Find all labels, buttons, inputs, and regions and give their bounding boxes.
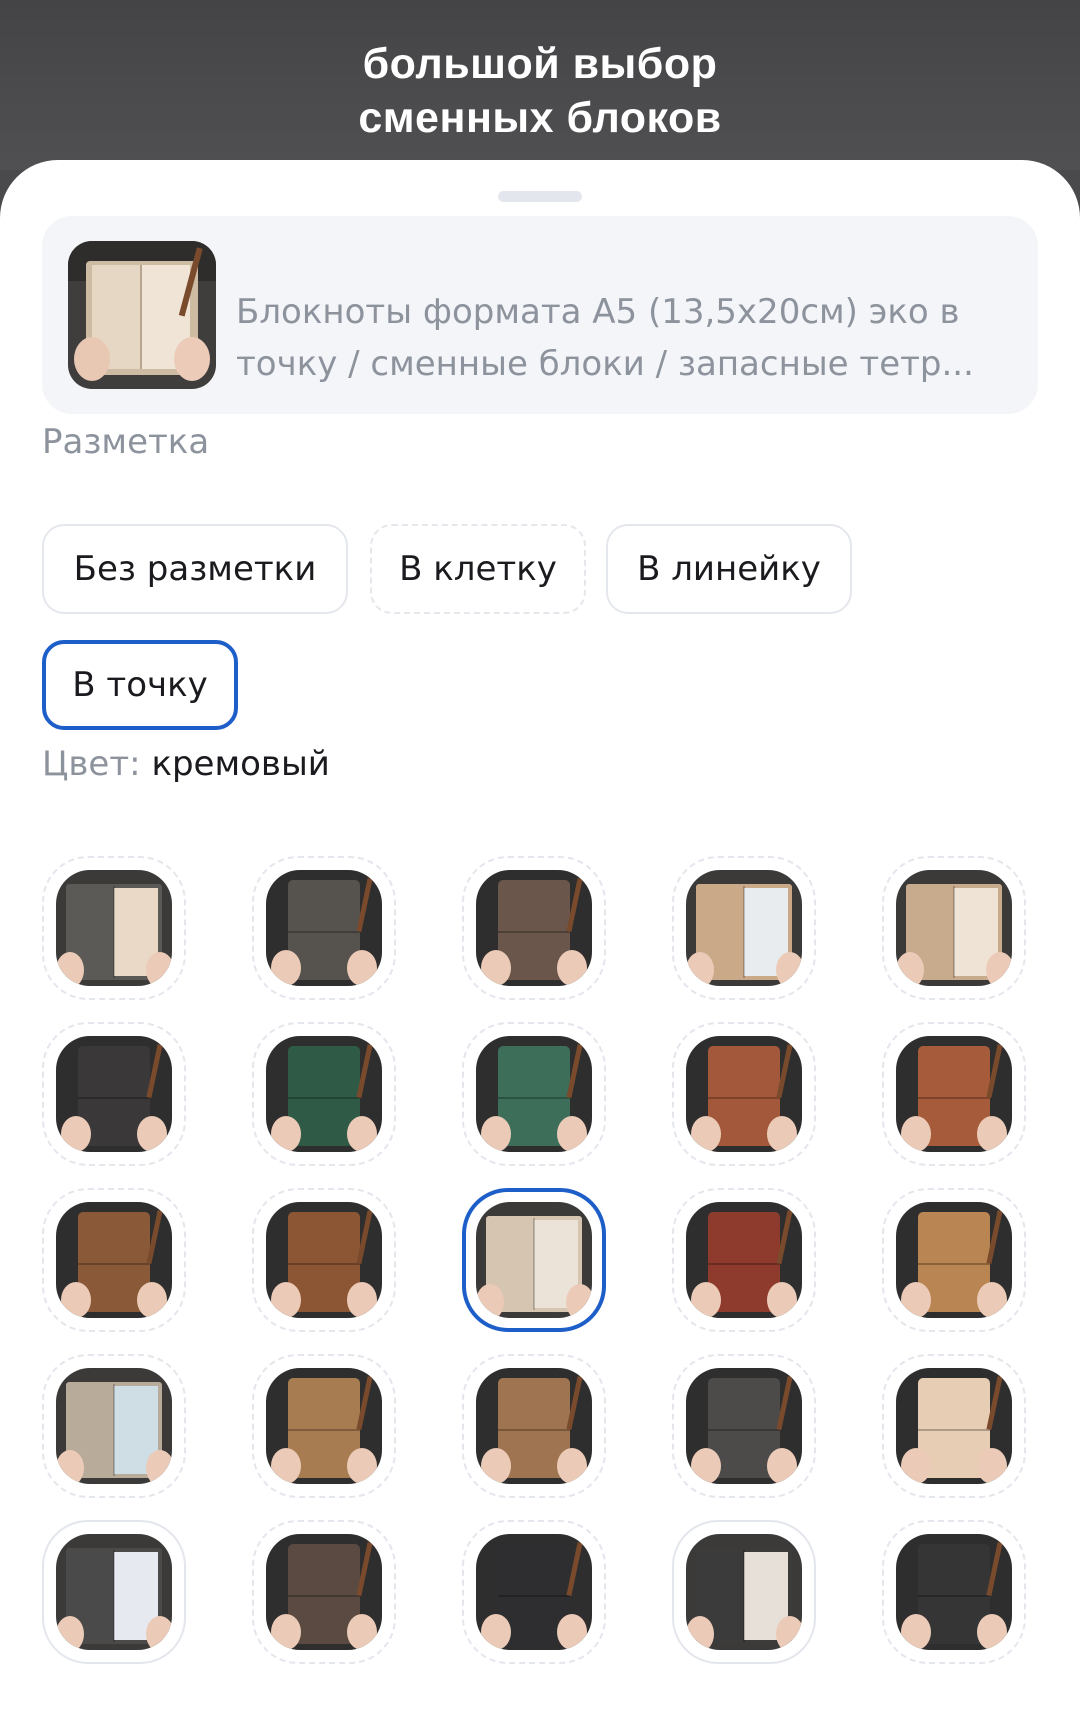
- color-swatch-image: [56, 1368, 172, 1484]
- color-swatch-image: [476, 1202, 592, 1318]
- color-swatch-image: [266, 1202, 382, 1318]
- color-swatch[interactable]: [672, 1354, 816, 1498]
- color-swatch[interactable]: [462, 1022, 606, 1166]
- color-swatch[interactable]: [42, 1520, 186, 1664]
- color-swatch-image: [56, 1534, 172, 1650]
- color-swatch[interactable]: [672, 1022, 816, 1166]
- markup-option-grid[interactable]: В клетку: [370, 524, 586, 614]
- color-swatch[interactable]: [42, 1354, 186, 1498]
- product-thumbnail: [68, 241, 216, 389]
- color-swatch[interactable]: [882, 1354, 1026, 1498]
- color-swatch-image: [266, 1036, 382, 1152]
- color-swatch[interactable]: [882, 1188, 1026, 1332]
- color-swatch-image: [266, 1368, 382, 1484]
- color-swatch-image: [266, 870, 382, 986]
- color-swatch-image: [56, 870, 172, 986]
- color-swatch-image: [686, 1368, 802, 1484]
- banner-title-line-2: сменных блоков: [358, 94, 722, 142]
- markup-section-label: Разметка: [42, 422, 210, 462]
- color-swatch-image: [476, 1368, 592, 1484]
- selected-color-value: кремовый: [151, 744, 330, 784]
- color-swatch-image: [476, 1534, 592, 1650]
- color-swatch-image: [686, 1036, 802, 1152]
- color-swatch[interactable]: [882, 856, 1026, 1000]
- color-swatch-image: [476, 870, 592, 986]
- color-swatch[interactable]: [672, 1520, 816, 1664]
- color-swatch-image: [686, 1534, 802, 1650]
- color-swatch[interactable]: [252, 1354, 396, 1498]
- product-summary-card: Блокноты формата А5 (13,5х20см) эко в то…: [42, 216, 1038, 414]
- color-swatch-image: [56, 1036, 172, 1152]
- variant-bottom-sheet: Блокноты формата А5 (13,5х20см) эко в то…: [0, 160, 1080, 1712]
- color-swatch[interactable]: [252, 856, 396, 1000]
- color-swatch[interactable]: [42, 856, 186, 1000]
- markup-option-none[interactable]: Без разметки: [42, 524, 348, 614]
- markup-option-lined[interactable]: В линейку: [606, 524, 852, 614]
- color-swatch[interactable]: [882, 1022, 1026, 1166]
- color-section-label: Цвет: кремовый: [42, 744, 330, 784]
- product-title[interactable]: Блокноты формата А5 (13,5х20см) эко в то…: [236, 286, 1016, 390]
- color-swatch[interactable]: [882, 1520, 1026, 1664]
- markup-option-dotted[interactable]: В точку: [42, 640, 238, 730]
- color-swatch-image: [896, 1202, 1012, 1318]
- promo-banner: большой выбор сменных блоков: [0, 0, 1080, 170]
- color-label: Цвет:: [42, 744, 141, 784]
- color-swatch[interactable]: [462, 1354, 606, 1498]
- color-swatch-image: [896, 1036, 1012, 1152]
- color-swatch[interactable]: [252, 1188, 396, 1332]
- color-swatch[interactable]: [462, 856, 606, 1000]
- color-swatch-image: [896, 870, 1012, 986]
- color-swatch[interactable]: [672, 1188, 816, 1332]
- color-swatch[interactable]: [252, 1520, 396, 1664]
- color-swatch-image: [896, 1534, 1012, 1650]
- color-swatch-image: [686, 1202, 802, 1318]
- color-swatch[interactable]: [462, 1188, 606, 1332]
- color-swatch[interactable]: [672, 856, 816, 1000]
- banner-title-line-1: большой выбор: [362, 40, 718, 88]
- color-swatch[interactable]: [42, 1188, 186, 1332]
- color-swatch-image: [476, 1036, 592, 1152]
- color-swatch[interactable]: [42, 1022, 186, 1166]
- color-swatch[interactable]: [252, 1022, 396, 1166]
- color-swatch-image: [56, 1202, 172, 1318]
- color-swatch-image: [266, 1534, 382, 1650]
- color-swatch-image: [896, 1368, 1012, 1484]
- color-swatch[interactable]: [462, 1520, 606, 1664]
- sheet-drag-handle[interactable]: [498, 191, 582, 202]
- color-swatch-image: [686, 870, 802, 986]
